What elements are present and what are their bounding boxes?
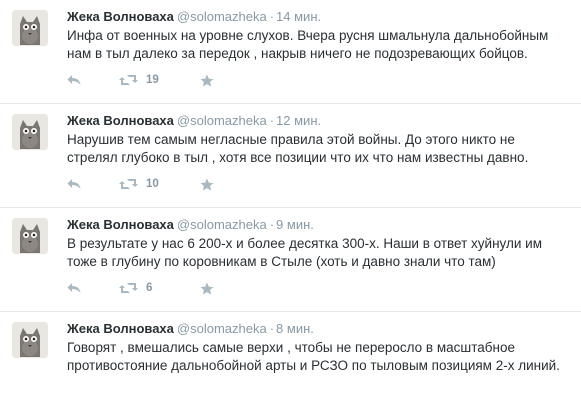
reply-icon bbox=[67, 179, 81, 189]
reply-icon bbox=[67, 75, 81, 85]
timestamp[interactable]: 12 мин. bbox=[276, 113, 321, 128]
retweet-button[interactable]: 10 bbox=[119, 174, 159, 194]
reply-icon bbox=[67, 283, 81, 293]
retweet-count: 10 bbox=[146, 178, 159, 190]
retweet-button[interactable]: 6 bbox=[119, 278, 152, 298]
fullname[interactable]: Жека Волноваха bbox=[67, 321, 174, 336]
tweet-text: В результате у нас 6 200-х и более десят… bbox=[67, 236, 542, 269]
timestamp[interactable]: 8 мин. bbox=[276, 321, 314, 336]
reply-button[interactable] bbox=[67, 174, 81, 194]
separator-dot: · bbox=[269, 9, 275, 24]
tweet[interactable]: Жека Волноваха @solomazheka · 14 мин. Инфа … bbox=[0, 0, 581, 104]
tweet-header: Жека Волноваха @solomazheka · 14 мин. bbox=[67, 8, 321, 26]
separator-dot: · bbox=[269, 113, 275, 128]
retweet-icon bbox=[119, 283, 138, 293]
star-icon bbox=[200, 282, 214, 294]
cat-avatar-icon bbox=[12, 218, 48, 254]
star-icon bbox=[200, 74, 214, 86]
avatar[interactable] bbox=[12, 322, 48, 358]
timestamp[interactable]: 14 мин. bbox=[276, 9, 321, 24]
fullname[interactable]: Жека Волноваха bbox=[67, 217, 174, 232]
username[interactable]: @solomazheka bbox=[177, 113, 267, 128]
reply-button[interactable] bbox=[67, 70, 81, 90]
username[interactable]: @solomazheka bbox=[177, 321, 267, 336]
separator-dot: · bbox=[269, 321, 275, 336]
favorite-button[interactable] bbox=[200, 278, 214, 298]
avatar[interactable] bbox=[12, 114, 48, 150]
username[interactable]: @solomazheka bbox=[177, 9, 267, 24]
retweet-button[interactable]: 19 bbox=[119, 70, 159, 90]
avatar[interactable] bbox=[12, 10, 48, 46]
tweet[interactable]: Жека Волноваха @solomazheka · 9 мин. В резу… bbox=[0, 208, 581, 312]
star-icon bbox=[200, 178, 214, 190]
retweet-count: 19 bbox=[146, 74, 159, 86]
timestamp[interactable]: 9 мин. bbox=[276, 217, 314, 232]
tweet-header: Жека Волноваха @solomazheka · 8 мин. bbox=[67, 320, 314, 338]
fullname[interactable]: Жека Волноваха bbox=[67, 113, 174, 128]
retweet-icon bbox=[119, 75, 138, 85]
cat-avatar-icon bbox=[12, 114, 48, 150]
cat-avatar-icon bbox=[12, 322, 48, 358]
tweet[interactable]: Жека Волноваха @solomazheka · 12 мин. Наруш… bbox=[0, 104, 581, 208]
tweet-header: Жека Волноваха @solomazheka · 12 мин. bbox=[67, 112, 321, 130]
separator-dot: · bbox=[269, 217, 275, 232]
cat-avatar-icon bbox=[12, 10, 48, 46]
retweet-count: 6 bbox=[146, 282, 153, 294]
favorite-button[interactable] bbox=[200, 174, 214, 194]
username[interactable]: @solomazheka bbox=[177, 217, 267, 232]
tweet-text: Инфа от военных на уровне слухов. Вчера … bbox=[67, 28, 549, 61]
reply-button[interactable] bbox=[67, 278, 81, 298]
avatar[interactable] bbox=[12, 218, 48, 254]
tweet-text: Нарушив тем самым негласные правила этой… bbox=[67, 132, 529, 165]
tweet-header: Жека Волноваха @solomazheka · 9 мин. bbox=[67, 216, 314, 234]
tweet-text: Говорят , вмешались самые верхи , чтобы … bbox=[67, 340, 560, 373]
tweet-timeline: Жека Волноваха @solomazheka · 14 мин. Инфа … bbox=[0, 0, 581, 405]
retweet-icon bbox=[119, 179, 138, 189]
favorite-button[interactable] bbox=[200, 70, 214, 90]
tweet[interactable]: Жека Волноваха @solomazheka · 8 мин. Говоря… bbox=[0, 312, 581, 405]
fullname[interactable]: Жека Волноваха bbox=[67, 9, 174, 24]
